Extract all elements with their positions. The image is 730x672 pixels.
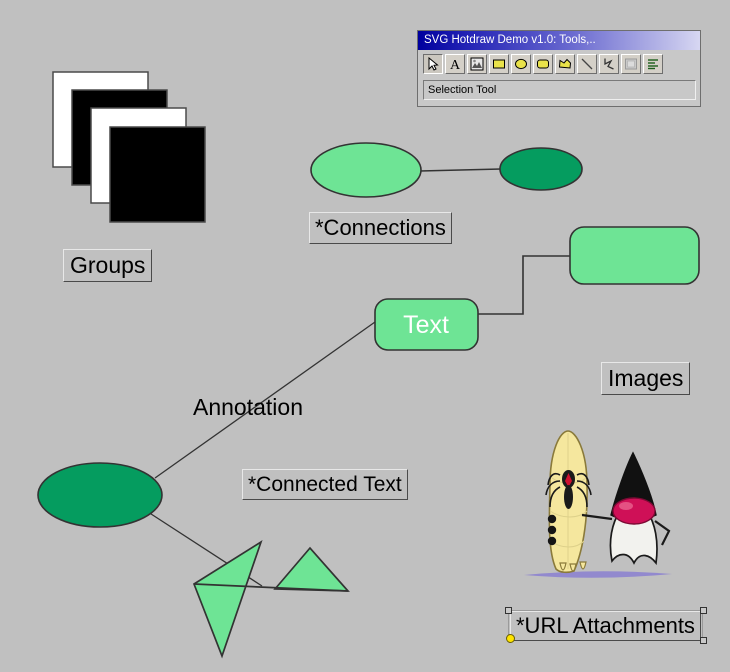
label-connected-text[interactable]: *Connected Text	[242, 469, 408, 500]
rectangle-icon	[492, 57, 506, 71]
svg-text:A: A	[450, 58, 461, 71]
label-images-text: Images	[608, 365, 684, 391]
label-url-attachments[interactable]: *URL Attachments	[510, 611, 701, 641]
rounded-rect-icon	[536, 57, 550, 71]
line-icon	[580, 57, 594, 71]
tools-window-title: SVG Hotdraw Demo v1.0: Tools,..	[424, 34, 596, 46]
border-icon	[624, 57, 638, 71]
line-tool-button[interactable]	[577, 54, 597, 74]
selection-handle-top-left[interactable]	[505, 607, 512, 614]
duke-surfboard-image[interactable]	[512, 423, 684, 595]
align-tool-button[interactable]	[643, 54, 663, 74]
scribble-tool-button[interactable]	[599, 54, 619, 74]
scribble-icon	[602, 57, 616, 71]
label-annotation-text: Annotation	[193, 394, 303, 420]
label-connected-text-text: *Connected Text	[248, 473, 402, 496]
polygon-tool-button[interactable]	[555, 54, 575, 74]
label-url-attachments-text: *URL Attachments	[516, 613, 695, 638]
letter-a-icon: A	[448, 57, 462, 71]
ellipse-icon	[514, 57, 528, 71]
round-rect-tool-button[interactable]	[533, 54, 553, 74]
images-round-rect[interactable]	[569, 226, 700, 285]
label-groups[interactable]: Groups	[63, 249, 153, 282]
selection-anchor-handle[interactable]	[506, 634, 515, 643]
tools-status-text: Selection Tool	[428, 84, 497, 96]
label-groups-text: Groups	[70, 252, 146, 278]
rectangle-tool-button[interactable]	[489, 54, 509, 74]
shadow-line-icon	[524, 571, 672, 578]
polygon-icon	[558, 57, 572, 71]
annotation-ellipse[interactable]	[37, 462, 163, 528]
group-square-4[interactable]	[109, 126, 206, 223]
label-images[interactable]: Images	[601, 362, 691, 395]
label-connections[interactable]: *Connections	[309, 212, 452, 244]
surfboard-icon	[545, 430, 592, 574]
connection-ellipse-left[interactable]	[310, 142, 422, 198]
selection-tool-button[interactable]	[423, 54, 443, 74]
tools-window[interactable]: SVG Hotdraw Demo v1.0: Tools,.. A Select…	[417, 30, 701, 107]
arrow-cursor-icon	[426, 57, 440, 71]
tools-window-titlebar[interactable]: SVG Hotdraw Demo v1.0: Tools,..	[418, 31, 700, 50]
tools-status-bar: Selection Tool	[423, 80, 696, 100]
selection-handle-top-right[interactable]	[700, 607, 707, 614]
align-lines-icon	[646, 57, 660, 71]
connection-ellipse-right[interactable]	[499, 147, 583, 191]
image-tool-button[interactable]	[467, 54, 487, 74]
text-tool-button[interactable]: A	[445, 54, 465, 74]
text-figure-label: Text	[403, 311, 449, 339]
label-annotation[interactable]: Annotation	[193, 396, 303, 419]
duke-figure-icon	[581, 451, 671, 566]
label-connections-text: *Connections	[315, 215, 446, 240]
ellipse-tool-button[interactable]	[511, 54, 531, 74]
image-icon	[470, 57, 484, 71]
selection-handle-bottom-right[interactable]	[700, 637, 707, 644]
border-tool-button[interactable]	[621, 54, 641, 74]
tools-toolbar[interactable]: A	[423, 54, 663, 74]
